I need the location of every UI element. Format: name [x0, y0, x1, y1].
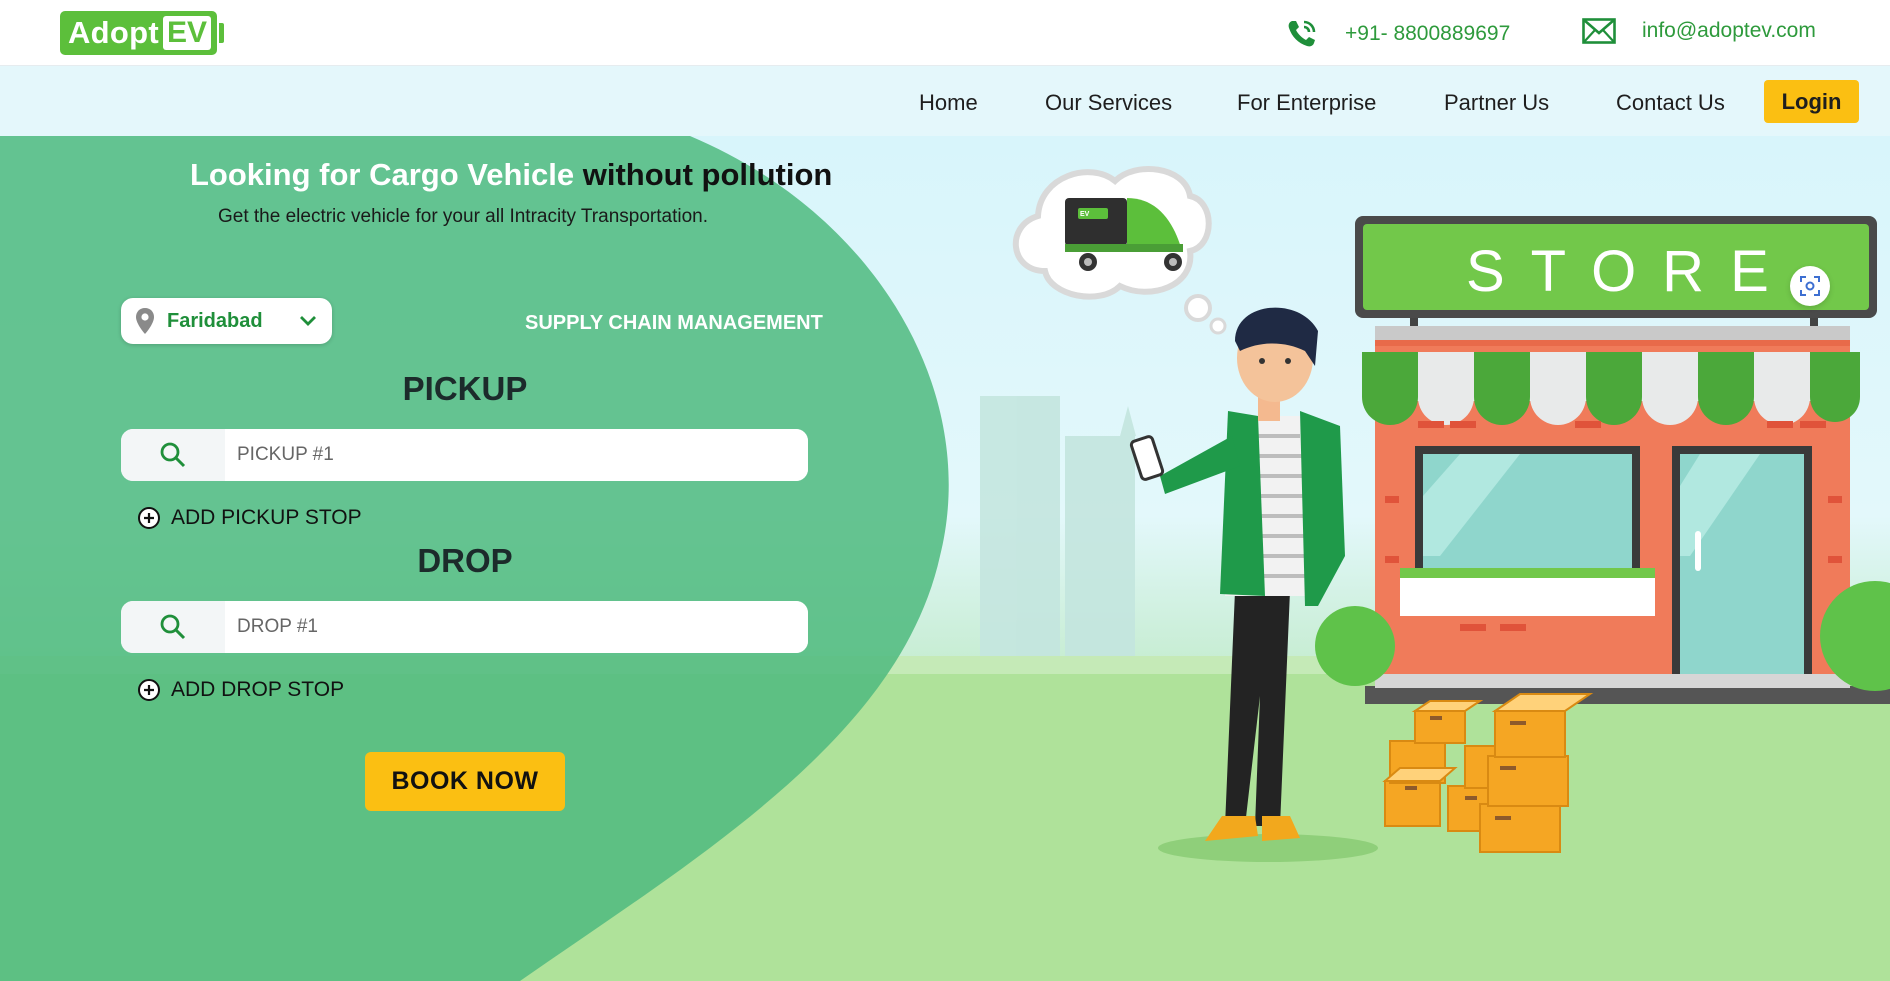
search-icon [160, 442, 186, 468]
pickup-search-icon-wrap [121, 429, 225, 481]
phone-number: +91- 8800889697 [1345, 22, 1511, 45]
hero-subline: Get the electric vehicle for your all In… [218, 206, 708, 227]
chevron-down-icon [300, 316, 316, 326]
phone-contact[interactable]: +91- 8800889697 [1285, 18, 1510, 50]
store-sign-text: STORE [1466, 239, 1795, 304]
add-drop-label: ADD DROP STOP [171, 678, 345, 701]
drop-title: DROP [417, 542, 513, 579]
scan-icon [1800, 276, 1820, 296]
add-pickup-stop[interactable]: ADD PICKUP STOP [137, 506, 362, 530]
hero-section: STORE EV [0, 136, 1890, 981]
mail-icon [1582, 18, 1616, 44]
logo-badge: Adopt EV [60, 11, 218, 55]
vehicle-logo-text: EV [1080, 211, 1090, 218]
nav-contact-us[interactable]: Contact Us [1616, 90, 1725, 116]
plus-circle-icon [138, 679, 160, 701]
hero-illustration: STORE EV [0, 136, 1890, 981]
pickup-title: PICKUP [402, 370, 528, 407]
search-icon [160, 614, 186, 640]
add-pickup-label: ADD PICKUP STOP [171, 506, 362, 529]
nav-home[interactable]: Home [919, 90, 978, 116]
thought-cloud: EV [1012, 166, 1227, 335]
top-bar: Adopt EV +91- 8800889697 info@adoptev.co… [0, 0, 1890, 66]
headline-light: Looking for Cargo Vehicle [190, 157, 575, 192]
add-drop-stop[interactable]: ADD DROP STOP [137, 678, 344, 702]
supply-chain-tab[interactable]: SUPPLY CHAIN MANAGEMENT [525, 312, 823, 335]
city-dropdown[interactable]: Faridabad [121, 298, 332, 344]
pickup-search[interactable] [121, 429, 808, 481]
scan-button[interactable] [1790, 266, 1830, 306]
plus-circle-icon [138, 507, 160, 529]
city-selected-value: Faridabad [167, 309, 263, 332]
hero-headline: Looking for Cargo Vehicle without pollut… [190, 157, 832, 193]
nav-our-services[interactable]: Our Services [1045, 90, 1172, 116]
main-nav: Home Our Services For Enterprise Partner… [0, 66, 1890, 136]
login-button[interactable]: Login [1764, 80, 1859, 123]
phone-icon [1288, 20, 1316, 47]
drop-input[interactable] [225, 601, 808, 653]
logo-battery-tip [219, 23, 225, 43]
logo-text-ev: EV [163, 16, 212, 50]
logo-text-adopt: Adopt [68, 15, 160, 50]
drop-search[interactable] [121, 601, 808, 653]
drop-search-icon-wrap [121, 601, 225, 653]
brand-logo[interactable]: Adopt EV [60, 10, 225, 56]
email-address: info@adoptev.com [1642, 19, 1816, 42]
email-contact[interactable]: info@adoptev.com [1582, 18, 1816, 44]
book-now-button[interactable]: BOOK NOW [365, 752, 565, 811]
headline-dark: without pollution [582, 157, 833, 192]
nav-for-enterprise[interactable]: For Enterprise [1237, 90, 1376, 116]
location-pin-icon [136, 308, 154, 334]
pickup-input[interactable] [225, 429, 808, 481]
nav-partner-us[interactable]: Partner Us [1444, 90, 1549, 116]
